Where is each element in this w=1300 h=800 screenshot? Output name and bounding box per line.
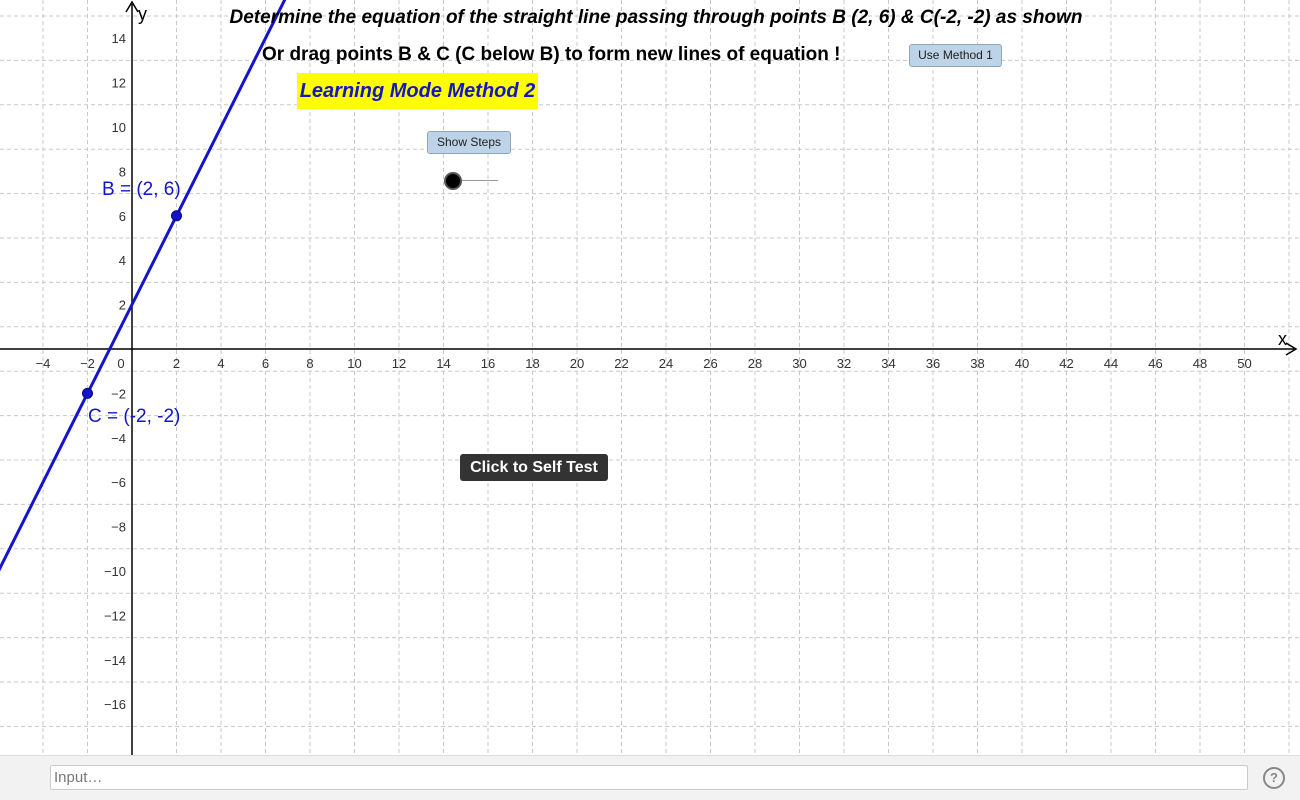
coordinate-plane[interactable]: xy−4 −2 0 2 4 6 8 10 12 14 16 18 20 22 24 26 28 30 32 34 36 3… xyxy=(0,0,1300,755)
x-tick-label: 36 xyxy=(926,356,940,371)
point-c-label: C = (-2, -2) xyxy=(88,406,181,427)
x-tick-label: 24 xyxy=(659,356,673,371)
x-tick-label: 6 xyxy=(262,356,269,371)
x-tick-label: 44 xyxy=(1104,356,1118,371)
y-tick-label: −4 xyxy=(111,431,126,446)
x-tick-label: −4 xyxy=(36,356,51,371)
y-tick-label: 14 xyxy=(112,31,126,46)
x-tick-label: 14 xyxy=(436,356,450,371)
y-tick-label: −8 xyxy=(111,520,126,535)
steps-slider-knob[interactable] xyxy=(444,172,462,190)
x-tick-label: 8 xyxy=(306,356,313,371)
x-tick-label: −2 xyxy=(80,356,95,371)
x-tick-label: 10 xyxy=(347,356,361,371)
problem-heading: Determine the equation of the straight l… xyxy=(229,7,1083,28)
x-tick-label: 38 xyxy=(970,356,984,371)
y-tick-label: −2 xyxy=(111,386,126,401)
x-tick-label: 40 xyxy=(1015,356,1029,371)
x-tick-label: 2 xyxy=(173,356,180,371)
y-tick-label: 12 xyxy=(112,76,126,91)
x-tick-label: 30 xyxy=(792,356,806,371)
y-tick-label: −14 xyxy=(104,653,126,668)
x-tick-label: 26 xyxy=(703,356,717,371)
x-tick-label: 48 xyxy=(1193,356,1207,371)
y-tick-label: 10 xyxy=(112,120,126,135)
algebra-input[interactable]: Input… xyxy=(50,765,1248,790)
point-b xyxy=(171,210,182,222)
graphics-view[interactable]: x y −4 −2 0 2 4 6 8 10 12 14 16 18 20 22 24 26 28 30 32 34 36 3… xyxy=(0,0,1300,755)
x-tick-label: 0 xyxy=(117,356,124,371)
y-tick-label: 6 xyxy=(119,209,126,224)
x-tick-label: 18 xyxy=(525,356,539,371)
x-tick-label: 46 xyxy=(1148,356,1162,371)
y-tick-label: −12 xyxy=(104,608,126,623)
x-tick-label: 20 xyxy=(570,356,584,371)
x-tick-label: 22 xyxy=(614,356,628,371)
x-axis-label: x xyxy=(1278,329,1287,349)
y-tick-label: −10 xyxy=(104,564,126,579)
use-method-1-button[interactable]: Use Method 1 xyxy=(909,44,1002,67)
y-tick-label: 2 xyxy=(119,298,126,313)
x-tick-label: 32 xyxy=(837,356,851,371)
point-c xyxy=(82,387,93,399)
grid-lines xyxy=(0,0,1300,755)
y-tick-label: 4 xyxy=(119,253,126,268)
x-tick-label: 42 xyxy=(1059,356,1073,371)
y-tick-label: −6 xyxy=(111,475,126,490)
x-tick-label: 34 xyxy=(881,356,895,371)
show-steps-button[interactable]: Show Steps xyxy=(427,131,511,154)
line-bc xyxy=(0,0,287,572)
x-tick-label: 50 xyxy=(1237,356,1251,371)
x-tick-label: 16 xyxy=(481,356,495,371)
x-tick-label: 28 xyxy=(748,356,762,371)
self-test-button[interactable]: Click to Self Test xyxy=(460,454,608,481)
learning-mode-label: Learning Mode Method 2 xyxy=(297,73,538,109)
help-icon[interactable]: ? xyxy=(1263,767,1285,789)
x-tick-label: 4 xyxy=(217,356,224,371)
point-b-label: B = (2, 6) xyxy=(102,179,181,200)
x-tick-label: 12 xyxy=(392,356,406,371)
y-tick-label: 8 xyxy=(119,164,126,179)
drag-instruction: Or drag points B & C (C below B) to form… xyxy=(262,44,841,65)
y-tick-label: −16 xyxy=(104,697,126,712)
